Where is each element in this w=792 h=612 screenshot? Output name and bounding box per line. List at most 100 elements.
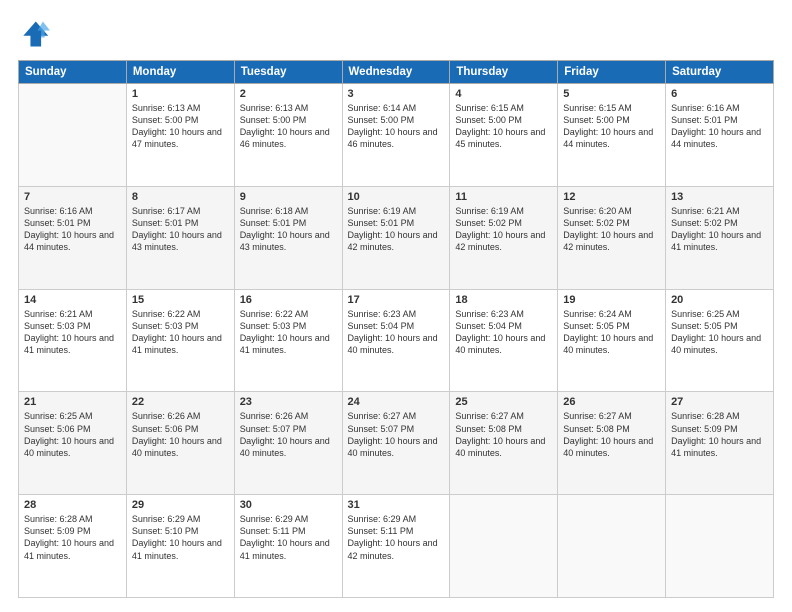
header bbox=[18, 18, 774, 50]
calendar-header-wednesday: Wednesday bbox=[342, 61, 450, 84]
cell-details: Sunrise: 6:13 AM Sunset: 5:00 PM Dayligh… bbox=[240, 102, 337, 151]
cell-details: Sunrise: 6:25 AM Sunset: 5:05 PM Dayligh… bbox=[671, 308, 768, 357]
cell-details: Sunrise: 6:22 AM Sunset: 5:03 PM Dayligh… bbox=[132, 308, 229, 357]
calendar-cell: 11Sunrise: 6:19 AM Sunset: 5:02 PM Dayli… bbox=[450, 186, 558, 289]
logo-icon bbox=[18, 18, 50, 50]
calendar-row: 14 Sunrise: 6:21 AM Sunset: 5:03 PM Dayli… bbox=[19, 289, 774, 392]
day-number: 6 bbox=[671, 88, 768, 100]
calendar-cell: 14 Sunrise: 6:21 AM Sunset: 5:03 PM Dayli… bbox=[19, 289, 127, 392]
cell-details: Sunrise: 6:29 AM Sunset: 5:11 PM Dayligh… bbox=[348, 513, 445, 562]
day-number: 1 bbox=[132, 88, 229, 100]
day-number: 28 bbox=[24, 499, 121, 511]
day-number: 10 bbox=[348, 191, 445, 203]
cell-details: Sunrise: 6:24 AM Sunset: 5:05 PM Dayligh… bbox=[563, 308, 660, 357]
cell-details: Sunrise: 6:27 AM Sunset: 5:07 PM Dayligh… bbox=[348, 410, 445, 459]
day-number: 23 bbox=[240, 396, 337, 408]
calendar-cell: 26Sunrise: 6:27 AM Sunset: 5:08 PM Dayli… bbox=[558, 392, 666, 495]
calendar-row: 21 Sunrise: 6:25 AM Sunset: 5:06 PM Dayli… bbox=[19, 392, 774, 495]
calendar-cell: 15 Sunrise: 6:22 AM Sunset: 5:03 PM Dayli… bbox=[126, 289, 234, 392]
cell-details: Sunrise: 6:15 AM Sunset: 5:00 PM Dayligh… bbox=[455, 102, 552, 151]
calendar-cell: 16 Sunrise: 6:22 AM Sunset: 5:03 PM Dayli… bbox=[234, 289, 342, 392]
calendar-header-thursday: Thursday bbox=[450, 61, 558, 84]
calendar-cell: 6 Sunrise: 6:16 AM Sunset: 5:01 PM Daylig… bbox=[666, 84, 774, 187]
calendar-table: SundayMondayTuesdayWednesdayThursdayFrid… bbox=[18, 60, 774, 598]
calendar-cell: 25 Sunrise: 6:27 AM Sunset: 5:08 PM Dayli… bbox=[450, 392, 558, 495]
calendar-cell: 8 Sunrise: 6:17 AM Sunset: 5:01 PM Daylig… bbox=[126, 186, 234, 289]
calendar-cell bbox=[558, 495, 666, 598]
calendar-cell: 20 Sunrise: 6:25 AM Sunset: 5:05 PM Dayli… bbox=[666, 289, 774, 392]
day-number: 30 bbox=[240, 499, 337, 511]
calendar-header-monday: Monday bbox=[126, 61, 234, 84]
calendar-cell: 19 Sunrise: 6:24 AM Sunset: 5:05 PM Dayli… bbox=[558, 289, 666, 392]
cell-details: Sunrise: 6:21 AM Sunset: 5:03 PM Dayligh… bbox=[24, 308, 121, 357]
cell-details: Sunrise: 6:18 AM Sunset: 5:01 PM Dayligh… bbox=[240, 205, 337, 254]
calendar-cell: 27Sunrise: 6:28 AM Sunset: 5:09 PM Dayli… bbox=[666, 392, 774, 495]
day-number: 11 bbox=[455, 191, 552, 203]
day-number: 7 bbox=[24, 191, 121, 203]
day-number: 19 bbox=[563, 294, 660, 306]
day-number: 3 bbox=[348, 88, 445, 100]
day-number: 13 bbox=[671, 191, 768, 203]
calendar-cell: 2 Sunrise: 6:13 AM Sunset: 5:00 PM Daylig… bbox=[234, 84, 342, 187]
cell-details: Sunrise: 6:22 AM Sunset: 5:03 PM Dayligh… bbox=[240, 308, 337, 357]
calendar-cell: 23Sunrise: 6:26 AM Sunset: 5:07 PM Dayli… bbox=[234, 392, 342, 495]
day-number: 9 bbox=[240, 191, 337, 203]
cell-details: Sunrise: 6:21 AM Sunset: 5:02 PM Dayligh… bbox=[671, 205, 768, 254]
day-number: 15 bbox=[132, 294, 229, 306]
day-number: 14 bbox=[24, 294, 121, 306]
calendar-header-tuesday: Tuesday bbox=[234, 61, 342, 84]
cell-details: Sunrise: 6:20 AM Sunset: 5:02 PM Dayligh… bbox=[563, 205, 660, 254]
day-number: 16 bbox=[240, 294, 337, 306]
cell-details: Sunrise: 6:28 AM Sunset: 5:09 PM Dayligh… bbox=[671, 410, 768, 459]
calendar-row: 28 Sunrise: 6:28 AM Sunset: 5:09 PM Dayli… bbox=[19, 495, 774, 598]
day-number: 2 bbox=[240, 88, 337, 100]
calendar-cell: 24 Sunrise: 6:27 AM Sunset: 5:07 PM Dayli… bbox=[342, 392, 450, 495]
calendar-cell: 29 Sunrise: 6:29 AM Sunset: 5:10 PM Dayli… bbox=[126, 495, 234, 598]
cell-details: Sunrise: 6:29 AM Sunset: 5:10 PM Dayligh… bbox=[132, 513, 229, 562]
calendar-header-friday: Friday bbox=[558, 61, 666, 84]
calendar-cell: 10 Sunrise: 6:19 AM Sunset: 5:01 PM Dayli… bbox=[342, 186, 450, 289]
calendar-cell: 31 Sunrise: 6:29 AM Sunset: 5:11 PM Dayli… bbox=[342, 495, 450, 598]
calendar-header-row: SundayMondayTuesdayWednesdayThursdayFrid… bbox=[19, 61, 774, 84]
cell-details: Sunrise: 6:23 AM Sunset: 5:04 PM Dayligh… bbox=[348, 308, 445, 357]
day-number: 22 bbox=[132, 396, 229, 408]
calendar-cell: 18 Sunrise: 6:23 AM Sunset: 5:04 PM Dayli… bbox=[450, 289, 558, 392]
day-number: 29 bbox=[132, 499, 229, 511]
day-number: 31 bbox=[348, 499, 445, 511]
day-number: 25 bbox=[455, 396, 552, 408]
calendar-cell: 7 Sunrise: 6:16 AM Sunset: 5:01 PM Daylig… bbox=[19, 186, 127, 289]
cell-details: Sunrise: 6:16 AM Sunset: 5:01 PM Dayligh… bbox=[24, 205, 121, 254]
cell-details: Sunrise: 6:27 AM Sunset: 5:08 PM Dayligh… bbox=[455, 410, 552, 459]
cell-details: Sunrise: 6:27 AM Sunset: 5:08 PM Dayligh… bbox=[563, 410, 660, 459]
calendar-cell: 4 Sunrise: 6:15 AM Sunset: 5:00 PM Daylig… bbox=[450, 84, 558, 187]
day-number: 4 bbox=[455, 88, 552, 100]
calendar-cell: 21 Sunrise: 6:25 AM Sunset: 5:06 PM Dayli… bbox=[19, 392, 127, 495]
calendar-cell bbox=[666, 495, 774, 598]
calendar-row: 7 Sunrise: 6:16 AM Sunset: 5:01 PM Daylig… bbox=[19, 186, 774, 289]
cell-details: Sunrise: 6:13 AM Sunset: 5:00 PM Dayligh… bbox=[132, 102, 229, 151]
cell-details: Sunrise: 6:19 AM Sunset: 5:01 PM Dayligh… bbox=[348, 205, 445, 254]
calendar-cell: 5Sunrise: 6:15 AM Sunset: 5:00 PM Daylig… bbox=[558, 84, 666, 187]
cell-details: Sunrise: 6:16 AM Sunset: 5:01 PM Dayligh… bbox=[671, 102, 768, 151]
calendar-cell: 12Sunrise: 6:20 AM Sunset: 5:02 PM Dayli… bbox=[558, 186, 666, 289]
cell-details: Sunrise: 6:28 AM Sunset: 5:09 PM Dayligh… bbox=[24, 513, 121, 562]
cell-details: Sunrise: 6:29 AM Sunset: 5:11 PM Dayligh… bbox=[240, 513, 337, 562]
day-number: 8 bbox=[132, 191, 229, 203]
cell-details: Sunrise: 6:15 AM Sunset: 5:00 PM Dayligh… bbox=[563, 102, 660, 151]
calendar-header-sunday: Sunday bbox=[19, 61, 127, 84]
page: SundayMondayTuesdayWednesdayThursdayFrid… bbox=[0, 0, 792, 612]
calendar-cell: 22 Sunrise: 6:26 AM Sunset: 5:06 PM Dayli… bbox=[126, 392, 234, 495]
day-number: 18 bbox=[455, 294, 552, 306]
day-number: 20 bbox=[671, 294, 768, 306]
cell-details: Sunrise: 6:25 AM Sunset: 5:06 PM Dayligh… bbox=[24, 410, 121, 459]
calendar-header-saturday: Saturday bbox=[666, 61, 774, 84]
day-number: 21 bbox=[24, 396, 121, 408]
day-number: 17 bbox=[348, 294, 445, 306]
calendar-cell: 13 Sunrise: 6:21 AM Sunset: 5:02 PM Dayli… bbox=[666, 186, 774, 289]
cell-details: Sunrise: 6:26 AM Sunset: 5:06 PM Dayligh… bbox=[132, 410, 229, 459]
calendar-cell: 30 Sunrise: 6:29 AM Sunset: 5:11 PM Dayli… bbox=[234, 495, 342, 598]
day-number: 24 bbox=[348, 396, 445, 408]
calendar-cell: 28 Sunrise: 6:28 AM Sunset: 5:09 PM Dayli… bbox=[19, 495, 127, 598]
cell-details: Sunrise: 6:17 AM Sunset: 5:01 PM Dayligh… bbox=[132, 205, 229, 254]
cell-details: Sunrise: 6:23 AM Sunset: 5:04 PM Dayligh… bbox=[455, 308, 552, 357]
